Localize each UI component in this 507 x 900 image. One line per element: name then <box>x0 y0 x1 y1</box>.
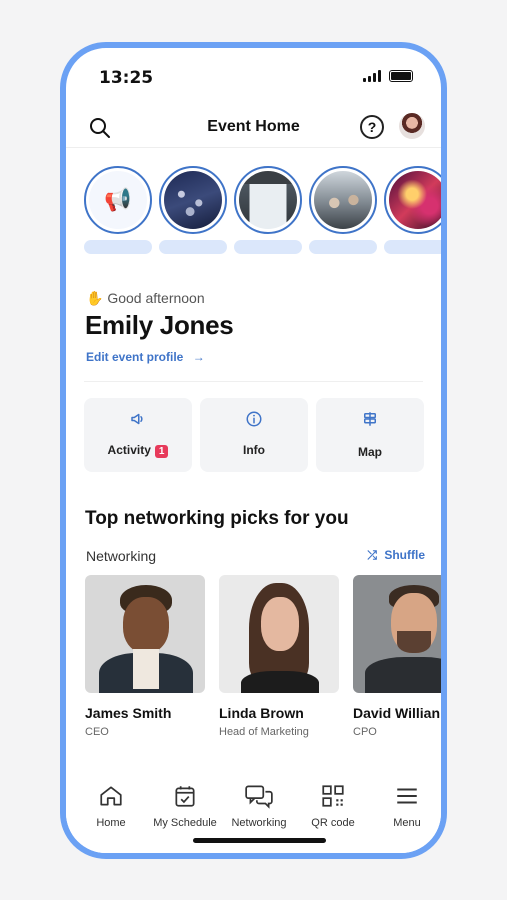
person-name: Linda Brown <box>219 705 304 721</box>
person-card[interactable]: Linda Brown Head of Marketing <box>219 575 339 738</box>
person-card[interactable]: James Smith CEO <box>85 575 205 738</box>
help-icon[interactable]: ? <box>360 115 384 139</box>
signpost-icon <box>316 410 424 433</box>
quick-actions: Activity 1 Info Map <box>84 398 434 472</box>
info-tile[interactable]: Info <box>200 398 308 472</box>
story-label-placeholder <box>84 240 152 254</box>
avatar[interactable] <box>399 113 425 139</box>
story-label-placeholder <box>159 240 227 254</box>
tab-menu-label: Menu <box>393 817 421 829</box>
activity-tile[interactable]: Activity 1 <box>84 398 192 472</box>
person-photo <box>353 575 441 693</box>
map-label: Map <box>358 445 382 459</box>
greeting-text: Good afternoon <box>107 290 205 306</box>
person-card[interactable]: David Willian CPO <box>353 575 441 738</box>
phone-frame: 13:25 Event Home ? 📢 ✋ Good afternoon Em… <box>60 42 447 859</box>
story-image <box>314 171 372 229</box>
chat-icon <box>222 783 296 811</box>
home-indicator <box>193 838 326 843</box>
story-label-placeholder <box>384 240 441 254</box>
calendar-icon <box>148 783 222 811</box>
edit-profile-label: Edit event profile <box>86 350 184 364</box>
map-tile[interactable]: Map <box>316 398 424 472</box>
greeting: ✋ Good afternoon <box>86 290 205 307</box>
activity-label: Activity <box>107 443 151 457</box>
story-image <box>164 171 222 229</box>
page-title: Event Home <box>207 118 300 135</box>
info-icon <box>200 410 308 433</box>
person-photo <box>219 575 339 693</box>
app-header: Event Home ? <box>66 106 441 148</box>
people-carousel: James Smith CEO Linda Brown Head of Mark… <box>85 575 441 745</box>
shuffle-button[interactable]: ⤮ Shuffle <box>367 548 425 563</box>
tab-my-schedule[interactable]: My Schedule <box>148 783 222 829</box>
tab-networking-label: Networking <box>231 817 287 829</box>
story-item[interactable] <box>234 166 302 254</box>
tab-qr-code-label: QR code <box>311 817 355 829</box>
story-item[interactable]: 📢 <box>84 166 152 254</box>
stories-row: 📢 <box>84 166 441 266</box>
story-item[interactable] <box>309 166 377 254</box>
tab-menu[interactable]: Menu <box>370 783 441 829</box>
bottom-tab-bar: Home My Schedule Networking QR code Menu <box>66 763 441 853</box>
person-name: David Willian <box>353 705 441 721</box>
user-name: Emily Jones <box>85 310 234 340</box>
tab-home[interactable]: Home <box>74 783 148 829</box>
megaphone-icon <box>84 410 192 433</box>
story-item[interactable] <box>159 166 227 254</box>
info-label: Info <box>243 443 265 457</box>
qr-icon <box>296 783 370 811</box>
wave-icon: ✋ <box>86 290 104 306</box>
status-time: 13:25 <box>99 68 154 88</box>
shuffle-label: Shuffle <box>384 548 425 562</box>
arrow-right-icon: → <box>192 350 205 364</box>
networking-section-title: Top networking picks for you <box>85 508 349 529</box>
battery-icon <box>389 70 413 82</box>
person-role: Head of Marketing <box>219 726 309 738</box>
story-image <box>239 171 297 229</box>
menu-icon <box>370 783 441 811</box>
person-photo <box>85 575 205 693</box>
story-item[interactable] <box>384 166 441 254</box>
activity-badge: 1 <box>154 445 169 458</box>
story-label-placeholder <box>234 240 302 254</box>
megaphone-icon: 📢 <box>89 171 147 229</box>
person-role: CPO <box>353 726 377 738</box>
person-role: CEO <box>85 726 109 738</box>
status-bar: 13:25 <box>66 48 441 100</box>
tab-networking[interactable]: Networking <box>222 783 296 829</box>
shuffle-icon: ⤮ <box>367 548 377 562</box>
divider <box>84 381 423 382</box>
tab-qr-code[interactable]: QR code <box>296 783 370 829</box>
person-name: James Smith <box>85 705 172 721</box>
signal-icon <box>363 70 383 82</box>
tab-my-schedule-label: My Schedule <box>153 817 217 829</box>
story-image <box>389 171 441 229</box>
home-icon <box>74 783 148 811</box>
edit-profile-link[interactable]: Edit event profile → <box>86 350 205 364</box>
networking-label: Networking <box>86 548 157 564</box>
story-label-placeholder <box>309 240 377 254</box>
tab-home-label: Home <box>96 817 126 829</box>
